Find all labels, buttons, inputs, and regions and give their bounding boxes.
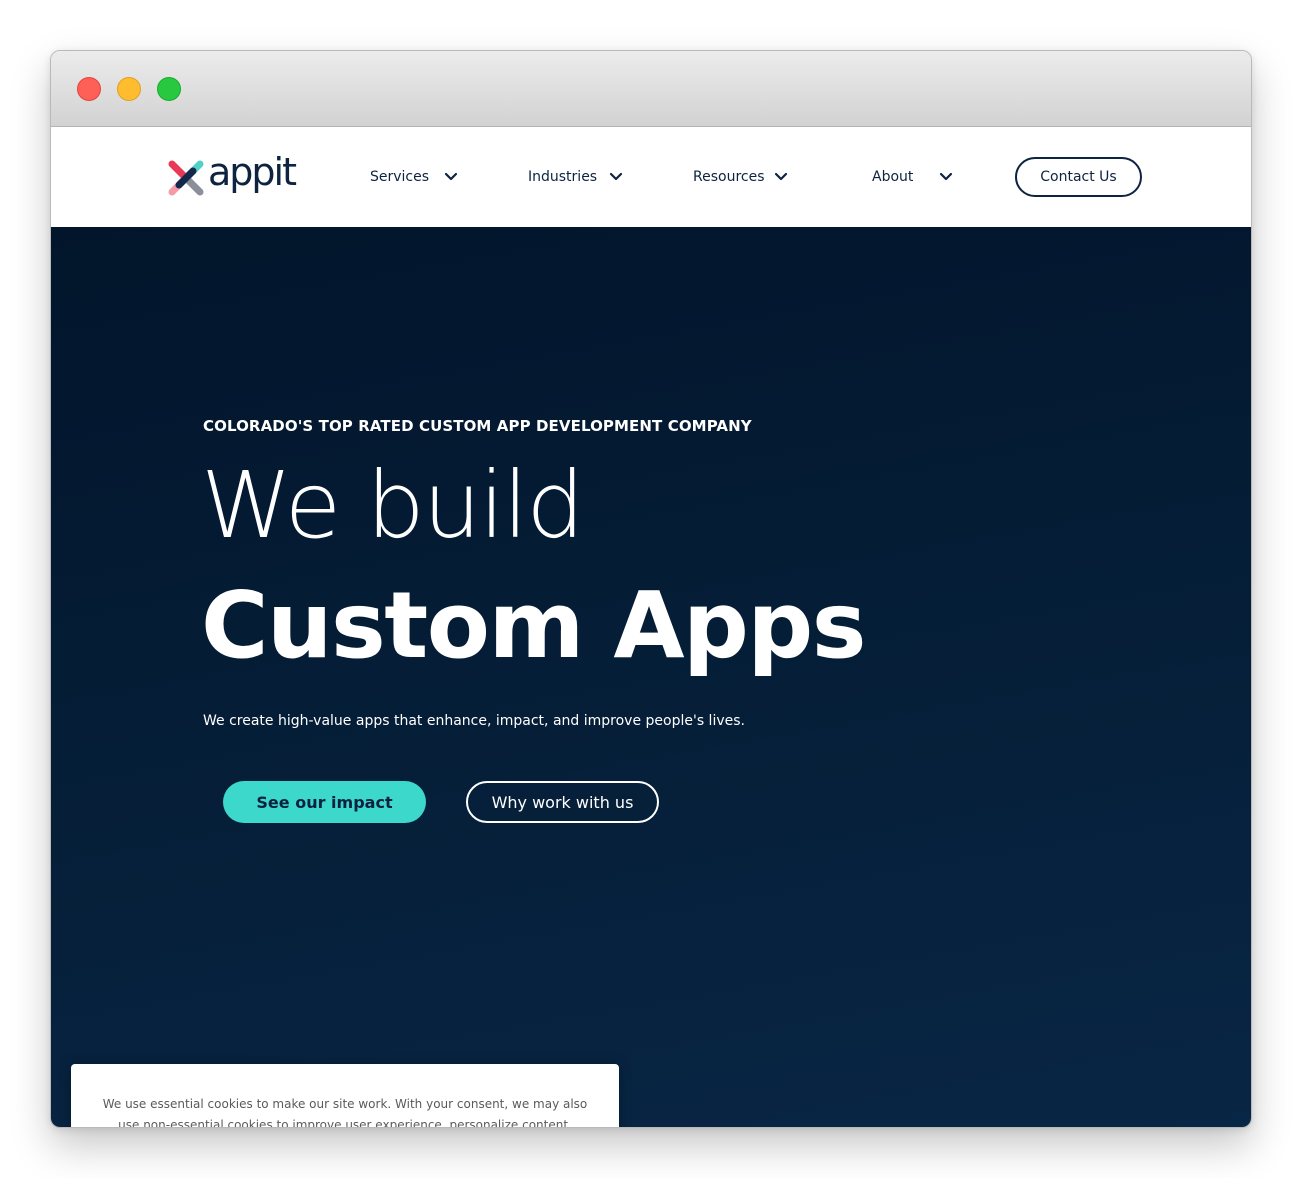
hero-headline-light: We build xyxy=(201,452,585,559)
nav-resources[interactable]: Resources xyxy=(693,165,813,189)
logo-wordmark: appit xyxy=(208,150,297,194)
appit-logo[interactable]: appit xyxy=(165,150,297,201)
see-our-impact-button[interactable]: See our impact xyxy=(223,781,426,823)
cookie-consent-text: We use essential cookies to make our sit… xyxy=(102,1097,588,1128)
why-work-with-us-button[interactable]: Why work with us xyxy=(466,781,659,823)
maximize-window-button[interactable] xyxy=(157,77,181,101)
contact-us-button[interactable]: Contact Us xyxy=(1015,157,1142,197)
nav-industries[interactable]: Industries xyxy=(528,165,648,189)
nav-services-label: Services xyxy=(370,169,430,185)
hero-eyebrow: COLORADO'S TOP RATED CUSTOM APP DEVELOPM… xyxy=(203,417,752,435)
nav-industries-label: Industries xyxy=(528,169,598,185)
nav-about-label: About xyxy=(872,169,914,185)
cookie-consent-banner: We use essential cookies to make our sit… xyxy=(71,1064,619,1128)
chevron-down-icon xyxy=(444,172,458,181)
chevron-down-icon xyxy=(774,172,788,181)
chevron-down-icon xyxy=(609,172,623,181)
browser-window: appit Services Industries Resources Abou… xyxy=(50,50,1252,1128)
close-window-button[interactable] xyxy=(77,77,101,101)
nav-about[interactable]: About xyxy=(872,165,972,189)
chevron-down-icon xyxy=(939,172,953,181)
window-titlebar xyxy=(51,51,1251,127)
site-header: appit Services Industries Resources Abou… xyxy=(51,127,1251,227)
hero-headline-bold: Custom Apps xyxy=(201,572,867,679)
nav-resources-label: Resources xyxy=(693,169,765,185)
minimize-window-button[interactable] xyxy=(117,77,141,101)
nav-services[interactable]: Services xyxy=(370,165,480,189)
appit-logo-mark-icon xyxy=(168,160,204,196)
hero-subline: We create high-value apps that enhance, … xyxy=(203,713,745,729)
